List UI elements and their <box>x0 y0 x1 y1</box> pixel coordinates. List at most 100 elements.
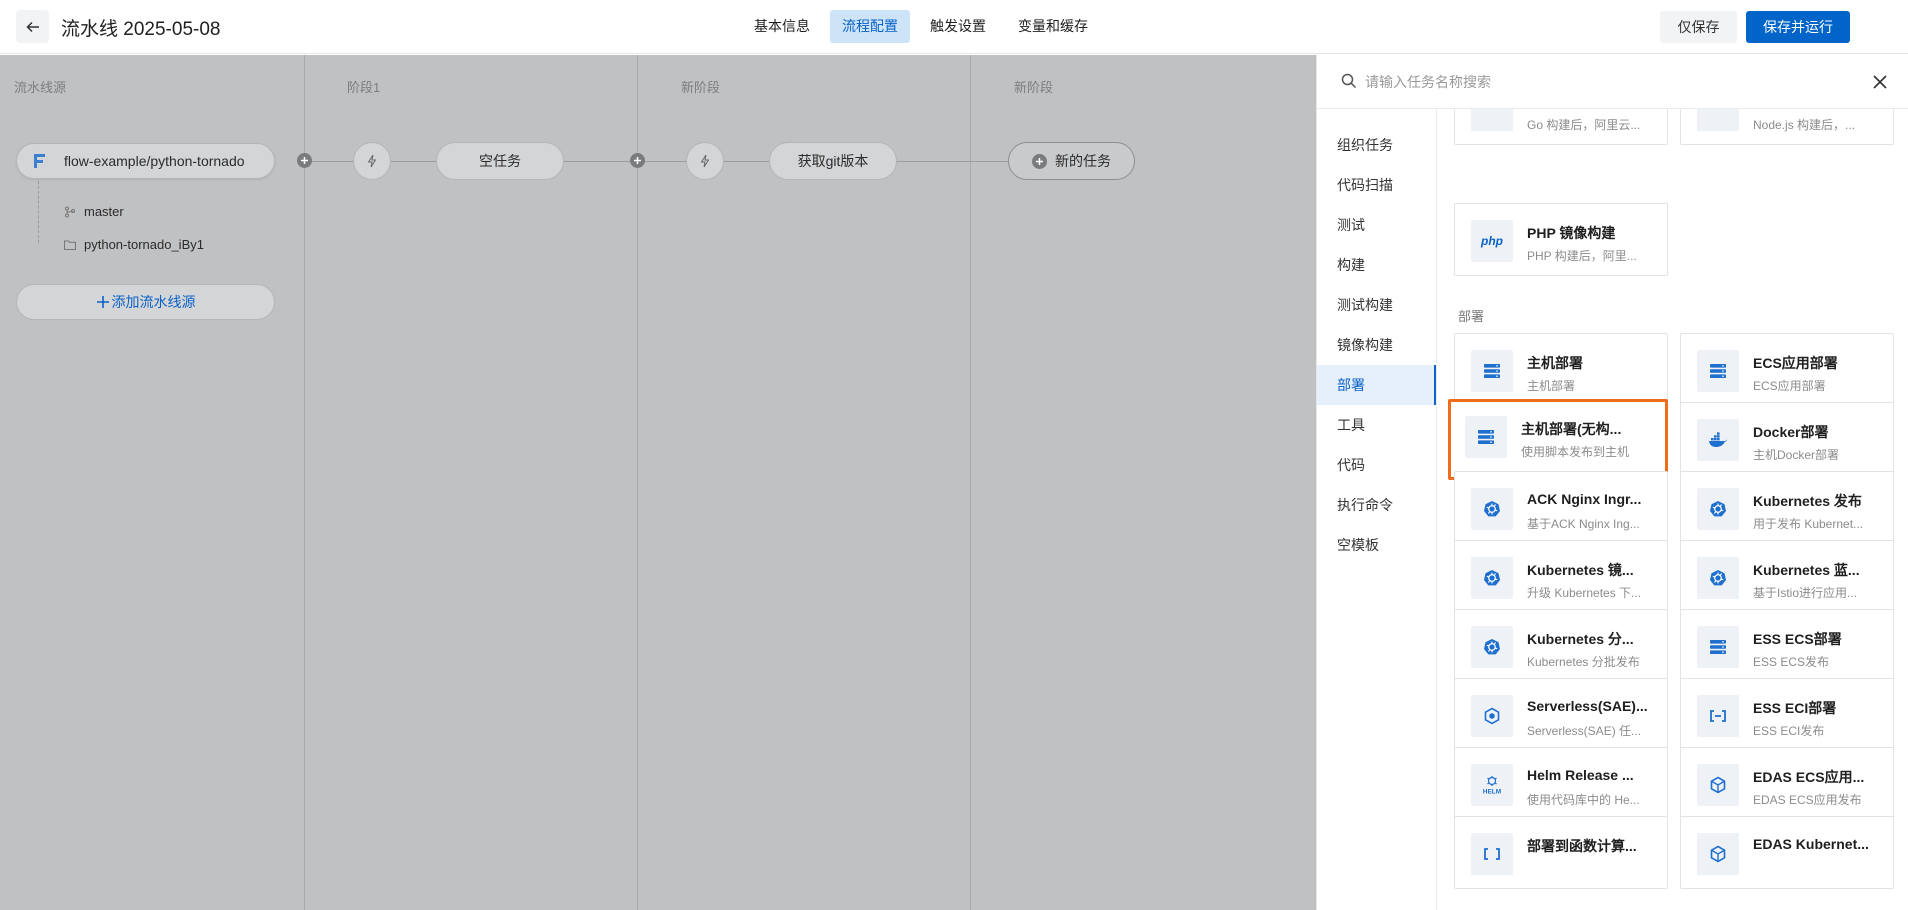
task-card-deploy[interactable]: ESS ECS部署 ESS ECS发布 <box>1680 609 1894 682</box>
category-deploy[interactable]: 部署 <box>1317 365 1436 405</box>
task-card-deploy[interactable]: Kubernetes 发布 用于发布 Kubernet... <box>1680 471 1894 544</box>
task-search-bar <box>1317 55 1908 109</box>
task-card-desc: ECS应用部署 <box>1753 379 1826 393</box>
task-card-title: EDAS Kubernet... <box>1753 836 1869 852</box>
task-card-desc: ESS ECI发布 <box>1753 724 1825 738</box>
stage-title[interactable]: 新阶段 <box>1014 77 1053 96</box>
plus-icon <box>301 157 308 164</box>
category-tools[interactable]: 工具 <box>1317 405 1436 445</box>
task-search-input[interactable] <box>1365 69 1825 95</box>
task-card-deploy[interactable]: Serverless(SAE)... Serverless(SAE) 任... <box>1454 678 1668 751</box>
task-card-deploy[interactable]: Kubernetes 蓝... 基于Istio进行应用... <box>1680 540 1894 613</box>
stage-3: 新阶段 <box>971 55 1316 910</box>
task-card-deploy[interactable]: HELM Helm Release ... 使用代码库中的 He... <box>1454 747 1668 820</box>
tree-connector <box>38 181 39 243</box>
stage-title: 流水线源 <box>14 80 67 95</box>
pipeline-canvas: 流水线源 阶段1 新阶段 新阶段 flow-example/python-tor… <box>0 55 1316 910</box>
task-card-title: 主机部署 <box>1527 355 1583 371</box>
arrow-left-icon <box>25 21 39 32</box>
source-repo-name: flow-example/python-tornado <box>64 153 245 169</box>
task-card-desc: 使用脚本发布到主机 <box>1521 445 1630 459</box>
task-card-deploy[interactable]: Kubernetes 分... Kubernetes 分批发布 <box>1454 609 1668 682</box>
add-pipeline-source-button[interactable]: 添加流水线源 <box>16 284 275 320</box>
task-selection-drawer: 组织任务 代码扫描 测试 构建 测试构建 镜像构建 部署 工具 代码 执行命令 … <box>1316 55 1908 910</box>
task-card-go-image-build[interactable]: Go 构建后，阿里云... <box>1454 109 1668 145</box>
task-card-deploy[interactable]: 主机部署(无构... 使用脚本发布到主机 <box>1448 399 1668 480</box>
edas-icon <box>1697 833 1739 875</box>
connector-line <box>897 161 1008 162</box>
tab-flow-config[interactable]: 流程配置 <box>830 10 910 43</box>
save-and-run-button[interactable]: 保存并运行 <box>1746 11 1850 43</box>
plus-icon <box>96 296 109 308</box>
tab-trigger-settings[interactable]: 触发设置 <box>918 10 998 43</box>
helm-icon: HELM <box>1471 764 1513 806</box>
category-code[interactable]: 代码 <box>1317 445 1436 485</box>
server-icon <box>1697 350 1739 392</box>
eci-icon <box>1697 695 1739 737</box>
category-run-command[interactable]: 执行命令 <box>1317 485 1436 525</box>
task-card-desc: Kubernetes 分批发布 <box>1527 655 1640 669</box>
stage-2: 新阶段 <box>638 55 971 910</box>
server-icon <box>1471 350 1513 392</box>
task-card-title: 部署到函数计算... <box>1527 838 1637 854</box>
kubernetes-icon <box>1471 488 1513 530</box>
stage-title[interactable]: 阶段1 <box>347 77 380 96</box>
task-card-title: Helm Release ... <box>1527 767 1634 783</box>
task-card-deploy[interactable]: EDAS ECS应用... EDAS ECS应用发布 <box>1680 747 1894 820</box>
stage-trigger-button[interactable] <box>353 142 391 180</box>
task-category-list: 组织任务 代码扫描 测试 构建 测试构建 镜像构建 部署 工具 代码 执行命令 … <box>1317 109 1437 910</box>
task-card-deploy[interactable]: ECS应用部署 ECS应用部署 <box>1680 333 1894 406</box>
task-card-deploy[interactable]: ACK Nginx Ingr... 基于ACK Nginx Ing... <box>1454 471 1668 544</box>
kubernetes-icon <box>1697 557 1739 599</box>
tab-variables-cache[interactable]: 变量和缓存 <box>1006 10 1100 43</box>
category-empty-template[interactable]: 空模板 <box>1317 525 1436 565</box>
source-branch: master <box>64 204 124 219</box>
task-card-deploy[interactable]: Kubernetes 镜... 升级 Kubernetes 下... <box>1454 540 1668 613</box>
category-test-build[interactable]: 测试构建 <box>1317 285 1436 325</box>
task-card-title: ESS ECS部署 <box>1753 631 1842 647</box>
server-icon <box>1697 626 1739 668</box>
tab-basic-info[interactable]: 基本信息 <box>742 10 822 43</box>
task-card-desc: Node.js 构建后，... <box>1753 118 1856 132</box>
stage-source: 流水线源 <box>0 55 305 910</box>
sae-icon <box>1471 695 1513 737</box>
stage-title[interactable]: 新阶段 <box>681 77 720 96</box>
add-stage-button[interactable] <box>630 153 645 168</box>
connector-line <box>391 161 436 162</box>
add-stage-button[interactable] <box>297 153 312 168</box>
back-button[interactable] <box>16 10 49 43</box>
php-icon: php <box>1471 220 1513 262</box>
category-org-tasks[interactable]: 组织任务 <box>1317 125 1436 165</box>
task-card-deploy[interactable]: Docker部署 主机Docker部署 <box>1680 402 1894 475</box>
category-test[interactable]: 测试 <box>1317 205 1436 245</box>
category-code-scan[interactable]: 代码扫描 <box>1317 165 1436 205</box>
task-card-desc: EDAS ECS应用发布 <box>1753 793 1862 807</box>
stage-trigger-button[interactable] <box>686 142 724 180</box>
task-get-git-version[interactable]: 获取git版本 <box>769 142 897 180</box>
task-card-title: Kubernetes 分... <box>1527 631 1634 647</box>
pipeline-source-card[interactable]: flow-example/python-tornado <box>16 143 275 179</box>
task-card-title: ACK Nginx Ingr... <box>1527 491 1642 507</box>
task-card-title: Kubernetes 发布 <box>1753 493 1862 509</box>
lightning-icon <box>367 154 377 168</box>
codeup-logo-icon <box>29 151 49 171</box>
task-card-deploy[interactable]: EDAS Kubernet... <box>1680 816 1894 889</box>
plus-circle-icon <box>1032 153 1047 169</box>
php-icon-text: php <box>1481 234 1503 248</box>
save-button[interactable]: 仅保存 <box>1660 11 1737 43</box>
function-compute-icon <box>1471 833 1513 875</box>
connector-line <box>645 161 687 162</box>
task-card-nodejs-image-build[interactable]: Node.js 构建后，... <box>1680 109 1894 145</box>
category-image-build[interactable]: 镜像构建 <box>1317 325 1436 365</box>
task-card-deploy[interactable]: 部署到函数计算... <box>1454 816 1668 889</box>
task-card-deploy[interactable]: 主机部署 主机部署 <box>1454 333 1668 406</box>
connector-line <box>564 161 630 162</box>
category-build[interactable]: 构建 <box>1317 245 1436 285</box>
task-card-php-image-build[interactable]: php PHP 镜像构建 PHP 构建后，阿里... <box>1454 203 1668 276</box>
new-task-button[interactable]: 新的任务 <box>1008 142 1135 180</box>
task-empty[interactable]: 空任务 <box>436 142 564 180</box>
close-icon[interactable] <box>1871 73 1889 91</box>
source-alias: python-tornado_iBy1 <box>64 237 204 252</box>
task-card-deploy[interactable]: ESS ECI部署 ESS ECI发布 <box>1680 678 1894 751</box>
task-card-title: Serverless(SAE)... <box>1527 698 1648 714</box>
